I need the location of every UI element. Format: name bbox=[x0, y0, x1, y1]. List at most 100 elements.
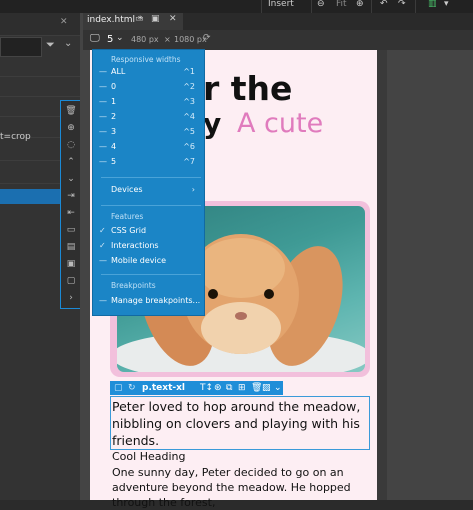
chevron-up-icon[interactable]: ⌃ bbox=[61, 155, 81, 169]
menu-item-label: 2 bbox=[111, 112, 117, 121]
chevron-down-icon[interactable]: ⌄ bbox=[116, 33, 124, 43]
chevron-down-icon[interactable]: ⌄ bbox=[61, 172, 81, 186]
grid-icon[interactable]: ⊞ bbox=[238, 381, 246, 395]
dash-marker: — bbox=[99, 112, 107, 121]
zoom-out-icon[interactable]: ⊖ bbox=[317, 0, 325, 9]
selection-tag[interactable]: p.text-xl bbox=[142, 381, 185, 395]
width-value[interactable]: 480 px bbox=[131, 35, 159, 44]
menu-item-label: Mobile device bbox=[111, 256, 167, 265]
menu-item-label: ALL bbox=[111, 67, 126, 76]
menu-divider bbox=[101, 205, 201, 206]
crop-setting-label: t=crop bbox=[0, 132, 31, 142]
menu-item-width-0[interactable]: — 0 ^2 bbox=[93, 80, 204, 94]
wrap-icon[interactable]: ▭ bbox=[61, 223, 81, 237]
menu-item-shortcut: ^6 bbox=[183, 142, 195, 151]
menu-item-width-all[interactable]: — ALL ^1 bbox=[93, 65, 204, 79]
check-icon: ✓ bbox=[99, 226, 106, 235]
filter-icon[interactable]: ⏷ bbox=[46, 38, 55, 52]
chevron-down-icon[interactable]: ⌄ bbox=[274, 381, 282, 395]
text-size-icon[interactable]: T↕ bbox=[200, 381, 213, 395]
menu-item-css-grid[interactable]: ✓ CSS Grid bbox=[93, 224, 204, 238]
monitor-icon[interactable]: ▭ bbox=[135, 14, 144, 24]
menu-item-manage-breakpoints[interactable]: — Manage breakpoints... bbox=[93, 294, 204, 308]
monitor-icon[interactable]: 🖵 bbox=[90, 33, 100, 44]
menu-item-shortcut: ^5 bbox=[183, 127, 195, 136]
menu-header-features: Features bbox=[111, 212, 144, 221]
dash-marker: — bbox=[99, 296, 107, 305]
move-left-icon[interactable]: ⇤ bbox=[61, 206, 81, 220]
dash-marker: — bbox=[99, 127, 107, 136]
history-group: ↶ ↷ bbox=[371, 0, 416, 13]
grid-view-icon[interactable]: ▥ bbox=[428, 0, 437, 9]
times-icon: × bbox=[164, 35, 171, 44]
menu-item-label: CSS Grid bbox=[111, 226, 147, 235]
chevron-down-icon[interactable]: ▾ bbox=[444, 0, 449, 9]
panel-header: ✕ bbox=[0, 13, 80, 36]
menu-header-widths: Responsive widths bbox=[111, 55, 181, 64]
zoom-in-icon[interactable]: ⊕ bbox=[356, 0, 364, 9]
tab-index-html[interactable]: index.html * ▭ ▣ ✕ bbox=[83, 13, 183, 30]
height-value[interactable]: 1080 px bbox=[174, 35, 207, 44]
close-icon[interactable]: ✕ bbox=[60, 17, 68, 27]
link-icon[interactable]: ⊛ bbox=[214, 381, 222, 395]
preview-icon[interactable]: ▣ bbox=[151, 14, 160, 24]
delete-icon[interactable]: 🗑 bbox=[251, 381, 262, 395]
story-paragraph[interactable]: Peter loved to hop around the meadow, ni… bbox=[112, 398, 367, 449]
trash-icon[interactable]: 🗑 bbox=[61, 104, 81, 118]
menu-item-width-5[interactable]: — 5 ^7 bbox=[93, 155, 204, 169]
responsive-widths-menu: Responsive widths — ALL ^1 — 0 ^2 — 1 ^3… bbox=[92, 49, 205, 316]
list-item[interactable] bbox=[0, 56, 80, 77]
menu-item-label: 4 bbox=[111, 142, 117, 151]
menu-item-label: 3 bbox=[111, 127, 117, 136]
hide-icon[interactable]: ◌ bbox=[61, 138, 81, 152]
insert-button[interactable]: Insert bbox=[261, 0, 312, 13]
device-toolbar: 🖵 5 ⌄ 480 px × 1080 px ⟳ bbox=[83, 30, 473, 50]
fit-label[interactable]: Fit bbox=[336, 0, 347, 9]
copy-icon[interactable]: ⧉ bbox=[226, 381, 232, 395]
close-icon[interactable]: ✕ bbox=[169, 14, 177, 24]
menu-divider bbox=[101, 274, 201, 275]
filter-input[interactable] bbox=[0, 37, 42, 57]
menu-item-shortcut: ^2 bbox=[183, 82, 195, 91]
move-right-icon[interactable]: ⇥ bbox=[61, 189, 81, 203]
menu-item-mobile-device[interactable]: — Mobile device bbox=[93, 254, 204, 268]
menu-item-width-4[interactable]: — 4 ^6 bbox=[93, 140, 204, 154]
menu-item-width-1[interactable]: — 1 ^3 bbox=[93, 95, 204, 109]
page-headline-line2[interactable]: y bbox=[203, 107, 221, 140]
menu-item-shortcut: ^4 bbox=[183, 112, 195, 121]
page-headline-line1[interactable]: r the bbox=[203, 69, 292, 108]
menu-item-label: 0 bbox=[111, 82, 117, 91]
chevron-down-icon[interactable]: ⌄ bbox=[64, 38, 72, 49]
pattern-icon[interactable]: ▨ bbox=[262, 381, 271, 395]
zoom-group: ⊖ Fit ⊕ bbox=[311, 0, 372, 13]
rotate-icon[interactable]: ⟳ bbox=[203, 33, 211, 43]
image-icon[interactable]: ▣ bbox=[61, 257, 81, 271]
list-item[interactable] bbox=[0, 76, 80, 97]
dash-marker: — bbox=[99, 157, 107, 166]
menu-item-width-2[interactable]: — 2 ^4 bbox=[93, 110, 204, 124]
top-toolbar: Insert ⊖ Fit ⊕ ↶ ↷ ▥ ▾ bbox=[0, 0, 473, 13]
dash-marker: — bbox=[99, 82, 107, 91]
link-icon[interactable]: ↻ bbox=[128, 381, 136, 395]
menu-item-shortcut: ^1 bbox=[183, 67, 195, 76]
add-element-icon[interactable]: ⊕ bbox=[61, 121, 81, 135]
chevron-right-icon: › bbox=[191, 185, 195, 194]
check-icon: ✓ bbox=[99, 241, 106, 250]
menu-item-interactions[interactable]: ✓ Interactions bbox=[93, 239, 204, 253]
vertical-scrollbar[interactable] bbox=[377, 50, 387, 500]
menu-item-label: 5 bbox=[111, 157, 117, 166]
redo-icon[interactable]: ↷ bbox=[398, 0, 406, 9]
dash-marker: — bbox=[99, 142, 107, 151]
body-paragraph[interactable]: One sunny day, Peter decided to go on an… bbox=[112, 465, 367, 510]
breakpoint-value[interactable]: 5 bbox=[107, 34, 113, 45]
menu-item-devices[interactable]: Devices › bbox=[93, 183, 204, 197]
undo-icon[interactable]: ↶ bbox=[380, 0, 388, 9]
chevron-right-icon[interactable]: › bbox=[61, 291, 81, 305]
table-icon[interactable]: ▤ bbox=[61, 240, 81, 254]
page-headline-accent[interactable]: A cute bbox=[237, 108, 323, 139]
menu-item-width-3[interactable]: — 3 ^5 bbox=[93, 125, 204, 139]
frame-icon[interactable]: ▢ bbox=[61, 274, 81, 288]
menu-item-shortcut: ^7 bbox=[183, 157, 195, 166]
cool-heading[interactable]: Cool Heading bbox=[112, 450, 185, 463]
menu-item-shortcut: ^3 bbox=[183, 97, 195, 106]
